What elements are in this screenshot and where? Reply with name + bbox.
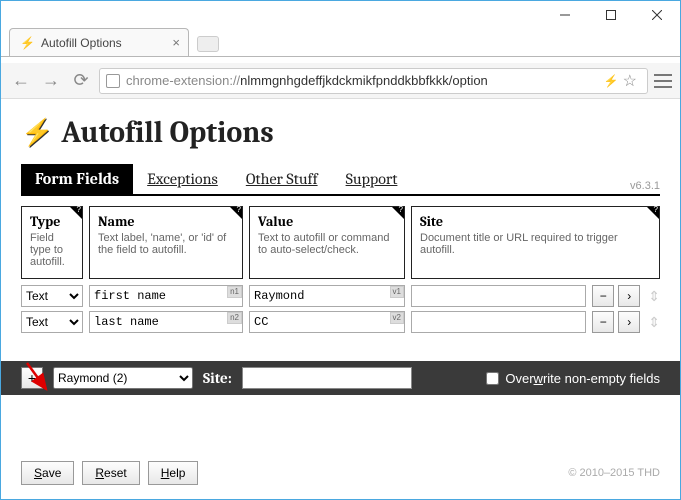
site-input[interactable]: [411, 285, 586, 307]
drag-handle-icon[interactable]: ⇕: [648, 288, 660, 305]
tab-title: Autofill Options: [41, 36, 122, 50]
copyright: © 2010–2015 THD: [568, 467, 660, 479]
value-badge: v2: [390, 312, 404, 324]
rule-row: Text n2 v2 − › ⇕: [21, 311, 660, 333]
tab-exceptions[interactable]: Exceptions: [133, 164, 232, 194]
type-select[interactable]: Text: [21, 285, 83, 307]
name-input[interactable]: [89, 311, 243, 333]
rules-rows: Text n1 v1 − › ⇕ Text n2 v2 − › ⇕: [21, 285, 660, 333]
logo-bolt-icon: ⚡: [21, 117, 53, 148]
save-button[interactable]: Save: [21, 461, 74, 485]
profile-select[interactable]: Raymond (2): [53, 367, 193, 389]
type-select[interactable]: Text: [21, 311, 83, 333]
reset-button[interactable]: Reset: [82, 461, 139, 485]
remove-row-button[interactable]: −: [592, 285, 614, 307]
rule-row: Text n1 v1 − › ⇕: [21, 285, 660, 307]
value-input[interactable]: [249, 285, 405, 307]
value-input[interactable]: [249, 311, 405, 333]
browser-tabstrip: ⚡ Autofill Options ×: [1, 25, 680, 57]
def-type: ? Type Field type to autofill.: [21, 206, 83, 279]
address-bar[interactable]: chrome-extension://nlmmgnhgdeffjkdckmikf…: [99, 68, 648, 94]
bookmark-star-icon[interactable]: ☆: [623, 71, 637, 91]
add-rule-button[interactable]: +: [21, 367, 43, 389]
browser-tab[interactable]: ⚡ Autofill Options ×: [9, 28, 189, 56]
name-input[interactable]: [89, 285, 243, 307]
footer: Save Reset Help © 2010–2015 THD: [1, 447, 680, 499]
move-row-button[interactable]: ›: [618, 285, 640, 307]
bolt-icon: ⚡: [604, 74, 619, 88]
url-text: chrome-extension://nlmmgnhgdeffjkdckmikf…: [126, 73, 604, 88]
back-button[interactable]: ←: [9, 69, 33, 93]
new-tab-button[interactable]: [197, 36, 219, 52]
reload-button[interactable]: ⟳: [69, 69, 93, 93]
site-input[interactable]: [411, 311, 586, 333]
profile-site-input[interactable]: [242, 367, 412, 389]
tab-form-fields[interactable]: Form Fields: [21, 164, 133, 194]
close-tab-icon[interactable]: ×: [172, 35, 180, 50]
value-badge: v1: [390, 286, 404, 298]
overwrite-checkbox-label[interactable]: Overwrite non-empty fields: [486, 371, 660, 386]
column-definitions: ? Type Field type to autofill. ? Name Te…: [21, 206, 660, 279]
profile-bar: + Raymond (2) Site: Overwrite non-empty …: [1, 361, 680, 395]
name-badge: n2: [227, 312, 242, 324]
name-badge: n1: [227, 286, 242, 298]
tab-other-stuff[interactable]: Other Stuff: [232, 164, 332, 194]
move-row-button[interactable]: ›: [618, 311, 640, 333]
tab-support[interactable]: Support: [332, 164, 412, 194]
page-icon: [106, 74, 120, 88]
def-value: ? Value Text to autofill or command to a…: [249, 206, 405, 279]
remove-row-button[interactable]: −: [592, 311, 614, 333]
def-site: ? Site Document title or URL required to…: [411, 206, 660, 279]
page-title: Autofill Options: [61, 115, 273, 150]
site-label: Site:: [203, 369, 232, 387]
browser-toolbar: ← → ⟳ chrome-extension://nlmmgnhgdeffjkd…: [1, 63, 680, 99]
page-content: ⚡ Autofill Options Form Fields Exception…: [1, 99, 680, 395]
forward-button[interactable]: →: [39, 69, 63, 93]
app-icon: [13, 9, 23, 19]
page-header: ⚡ Autofill Options: [21, 109, 660, 164]
menu-button[interactable]: [654, 74, 672, 88]
version-label: v6.3.1: [630, 180, 660, 194]
bolt-icon: ⚡: [20, 36, 35, 50]
overwrite-checkbox[interactable]: [486, 372, 499, 385]
def-name: ? Name Text label, 'name', or 'id' of th…: [89, 206, 243, 279]
help-button[interactable]: Help: [148, 461, 199, 485]
drag-handle-icon[interactable]: ⇕: [648, 314, 660, 331]
nav-tabs: Form Fields Exceptions Other Stuff Suppo…: [21, 164, 660, 196]
